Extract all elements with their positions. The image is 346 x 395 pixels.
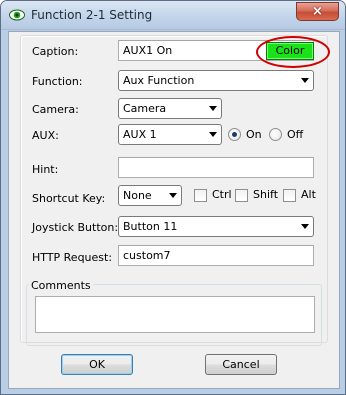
- window-title: Function 2-1 Setting: [31, 8, 153, 22]
- joystick-select[interactable]: Button 11: [118, 216, 314, 237]
- aux-selected: AUX 1: [123, 128, 157, 141]
- shift-label[interactable]: Shift: [253, 188, 278, 201]
- shortcut-select[interactable]: None: [118, 185, 182, 206]
- chevron-down-icon: [209, 106, 217, 111]
- chevron-down-icon: [301, 78, 309, 83]
- aux-on-label[interactable]: On: [246, 128, 262, 141]
- camera-select[interactable]: Camera: [118, 98, 222, 119]
- joystick-label: Joystick Button:: [32, 221, 119, 234]
- camera-selected: Camera: [123, 102, 167, 115]
- aux-label: AUX:: [32, 129, 59, 142]
- close-button[interactable]: ×: [296, 2, 339, 21]
- shift-checkbox[interactable]: [235, 189, 248, 202]
- chevron-down-icon: [301, 224, 309, 229]
- title-bar[interactable]: Function 2-1 Setting ×: [1, 1, 345, 30]
- function-selected: Aux Function: [123, 74, 195, 87]
- ctrl-label[interactable]: Ctrl: [212, 188, 232, 201]
- comments-label: Comments: [29, 279, 93, 292]
- cancel-button[interactable]: Cancel: [205, 354, 277, 375]
- shortcut-selected: None: [123, 189, 152, 202]
- aux-off-label[interactable]: Off: [287, 128, 303, 141]
- alt-checkbox[interactable]: [283, 189, 296, 202]
- highlight-annotation: [256, 36, 330, 68]
- ok-button[interactable]: OK: [61, 354, 133, 375]
- caption-label: Caption:: [32, 45, 79, 58]
- joystick-selected: Button 11: [123, 220, 178, 233]
- chevron-down-icon: [209, 132, 217, 137]
- comments-textarea[interactable]: [35, 296, 315, 333]
- aux-on-radio[interactable]: [228, 128, 241, 141]
- http-input[interactable]: custom7: [118, 245, 314, 266]
- http-value: custom7: [123, 249, 171, 262]
- hint-input[interactable]: [118, 157, 314, 178]
- chevron-down-icon: [169, 193, 177, 198]
- close-icon: ×: [312, 4, 323, 19]
- caption-value: AUX1 On: [123, 44, 173, 57]
- function-select[interactable]: Aux Function: [118, 70, 314, 91]
- alt-label[interactable]: Alt: [301, 188, 316, 201]
- function-label: Function:: [32, 75, 83, 88]
- aux-off-radio[interactable]: [269, 128, 282, 141]
- eye-icon: [9, 9, 25, 21]
- camera-label: Camera:: [32, 103, 79, 116]
- http-label: HTTP Request:: [32, 251, 113, 264]
- hint-label: Hint:: [32, 163, 59, 176]
- aux-select[interactable]: AUX 1: [118, 124, 222, 145]
- shortcut-label: Shortcut Key:: [32, 192, 106, 205]
- ctrl-checkbox[interactable]: [194, 189, 207, 202]
